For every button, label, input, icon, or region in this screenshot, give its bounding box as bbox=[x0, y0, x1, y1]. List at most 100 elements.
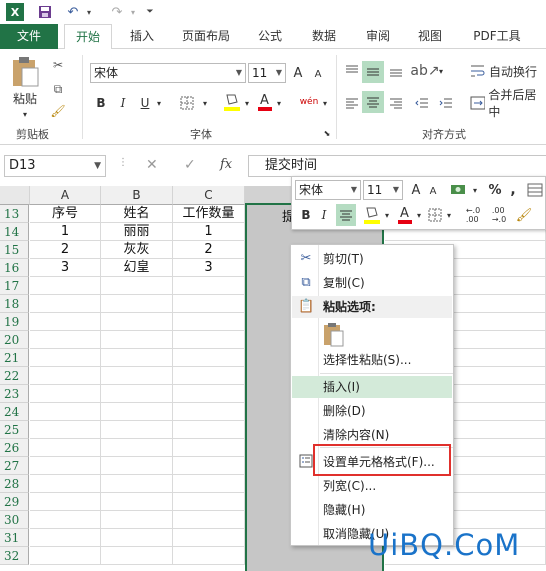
cell-b[interactable] bbox=[101, 385, 173, 403]
currency-dropdown-icon[interactable]: ▾ bbox=[470, 182, 480, 198]
column-header-a[interactable]: A bbox=[30, 186, 101, 205]
font-name-combo[interactable]: 宋体 ▼ bbox=[90, 63, 246, 83]
cell-c[interactable] bbox=[173, 457, 245, 475]
cancel-icon[interactable]: ✕ bbox=[146, 157, 164, 175]
paste-icon[interactable] bbox=[8, 55, 42, 89]
mini-font-color-icon[interactable]: A bbox=[396, 204, 414, 226]
row-header[interactable]: 23 bbox=[0, 385, 29, 403]
cell-a[interactable]: 2 bbox=[30, 241, 101, 259]
border-icon[interactable] bbox=[176, 93, 198, 113]
menu-item-paste-special[interactable]: 选择性粘贴(S)... bbox=[292, 349, 452, 371]
mini-border-icon[interactable] bbox=[426, 206, 444, 224]
tab-file[interactable]: 文件 bbox=[0, 24, 58, 49]
cell-b[interactable] bbox=[101, 367, 173, 385]
cell-a[interactable] bbox=[30, 313, 101, 331]
cell-c[interactable] bbox=[173, 421, 245, 439]
cell-b[interactable] bbox=[101, 421, 173, 439]
cell-b[interactable] bbox=[101, 475, 173, 493]
row-header[interactable]: 16 bbox=[0, 259, 29, 277]
mini-italic-button[interactable]: I bbox=[316, 205, 332, 225]
percent-button[interactable]: % bbox=[486, 180, 504, 200]
align-top-icon[interactable] bbox=[342, 61, 362, 81]
dialog-launcher-icon[interactable]: ⬊ bbox=[322, 127, 332, 139]
chevron-down-icon[interactable]: ▼ bbox=[94, 156, 101, 176]
tab-insert[interactable]: 插入 bbox=[120, 24, 164, 49]
cell-b[interactable] bbox=[101, 277, 173, 295]
orientation-icon[interactable]: ab↗ bbox=[410, 61, 439, 81]
cell-a[interactable] bbox=[30, 529, 101, 547]
grow-font-icon[interactable]: A bbox=[290, 63, 306, 83]
save-icon[interactable] bbox=[36, 3, 54, 21]
cell-c[interactable] bbox=[173, 493, 245, 511]
chevron-down-icon[interactable]: ▼ bbox=[390, 181, 402, 199]
cut-icon[interactable]: ✂ bbox=[48, 55, 68, 75]
cell-a[interactable]: 1 bbox=[30, 223, 101, 241]
cell-b[interactable] bbox=[101, 511, 173, 529]
format-table-icon[interactable] bbox=[526, 181, 544, 199]
bold-button[interactable]: B bbox=[92, 93, 110, 113]
cell-b[interactable] bbox=[101, 529, 173, 547]
row-header[interactable]: 21 bbox=[0, 349, 29, 367]
row-header[interactable]: 13 bbox=[0, 205, 29, 223]
row-header[interactable]: 15 bbox=[0, 241, 29, 259]
resize-handle-icon[interactable]: ⋮ bbox=[118, 157, 128, 175]
mini-fill-color-icon[interactable] bbox=[362, 204, 382, 226]
align-bottom-icon[interactable] bbox=[386, 61, 406, 81]
customize-toolbar-icon[interactable]: ⏷ bbox=[144, 3, 156, 21]
mini-border-dropdown-icon[interactable]: ▾ bbox=[444, 206, 454, 224]
fill-color-dropdown-icon[interactable]: ▾ bbox=[242, 93, 252, 113]
cell-c[interactable]: 2 bbox=[173, 241, 245, 259]
undo-dropdown-icon[interactable]: ▾ bbox=[84, 3, 94, 21]
align-right-icon[interactable] bbox=[386, 93, 406, 113]
cell-c[interactable] bbox=[173, 367, 245, 385]
row-header[interactable]: 22 bbox=[0, 367, 29, 385]
cell-c[interactable] bbox=[173, 277, 245, 295]
mini-fill-dropdown-icon[interactable]: ▾ bbox=[382, 206, 392, 224]
row-header[interactable]: 30 bbox=[0, 511, 29, 529]
wrap-text-button[interactable]: 自动换行 bbox=[470, 61, 546, 81]
insert-function-icon[interactable]: fx bbox=[220, 157, 242, 175]
cell-c[interactable] bbox=[173, 331, 245, 349]
mini-center-button[interactable] bbox=[336, 204, 356, 226]
cell-c[interactable] bbox=[173, 475, 245, 493]
mini-shrink-font-icon[interactable]: A bbox=[426, 183, 440, 199]
cell-c[interactable]: 工作数量 bbox=[173, 205, 245, 223]
font-size-combo[interactable]: 11 ▼ bbox=[248, 63, 286, 83]
cell-a[interactable]: 序号 bbox=[30, 205, 101, 223]
cell-a[interactable] bbox=[30, 277, 101, 295]
menu-item-copy[interactable]: ⧉ 复制(C) bbox=[292, 272, 452, 294]
currency-format-icon[interactable] bbox=[448, 180, 470, 200]
mini-font-color-dropdown-icon[interactable]: ▾ bbox=[414, 206, 424, 224]
row-header[interactable]: 27 bbox=[0, 457, 29, 475]
cell-b[interactable]: 丽丽 bbox=[101, 223, 173, 241]
underline-dropdown-icon[interactable]: ▾ bbox=[154, 93, 164, 113]
row-header[interactable]: 20 bbox=[0, 331, 29, 349]
column-header-c[interactable]: C bbox=[173, 186, 245, 205]
cell-c[interactable] bbox=[173, 349, 245, 367]
font-color-icon[interactable]: A bbox=[256, 91, 274, 113]
font-color-dropdown-icon[interactable]: ▾ bbox=[274, 93, 284, 113]
row-header[interactable]: 32 bbox=[0, 547, 29, 565]
phonetic-dropdown-icon[interactable]: ▾ bbox=[320, 93, 330, 113]
menu-item-delete[interactable]: 删除(D) bbox=[292, 400, 452, 422]
row-header[interactable]: 26 bbox=[0, 439, 29, 457]
paste-button-label[interactable]: 粘贴 bbox=[8, 89, 42, 107]
cell-c[interactable] bbox=[173, 439, 245, 457]
cell-b[interactable]: 幻皇 bbox=[101, 259, 173, 277]
cell-b[interactable] bbox=[101, 331, 173, 349]
mini-font-combo[interactable]: 宋体 ▼ bbox=[295, 180, 361, 200]
orientation-dropdown-icon[interactable]: ▾ bbox=[436, 61, 446, 81]
cell-b[interactable] bbox=[101, 439, 173, 457]
align-center-icon[interactable] bbox=[362, 91, 384, 113]
paste-dropdown-icon[interactable]: ▾ bbox=[18, 109, 32, 119]
increase-indent-icon[interactable] bbox=[436, 93, 456, 113]
italic-button[interactable]: I bbox=[114, 93, 132, 113]
formula-input[interactable]: 提交时间 bbox=[248, 155, 546, 177]
redo-icon[interactable]: ↷ bbox=[108, 3, 126, 21]
tab-view[interactable]: 视图 bbox=[410, 24, 450, 49]
tab-pdf-tools[interactable]: PDF工具 bbox=[464, 24, 530, 49]
cell-c[interactable] bbox=[173, 529, 245, 547]
mini-format-painter-icon[interactable]: 🖌 bbox=[514, 205, 534, 225]
cell-c[interactable]: 3 bbox=[173, 259, 245, 277]
cell-b[interactable] bbox=[101, 349, 173, 367]
